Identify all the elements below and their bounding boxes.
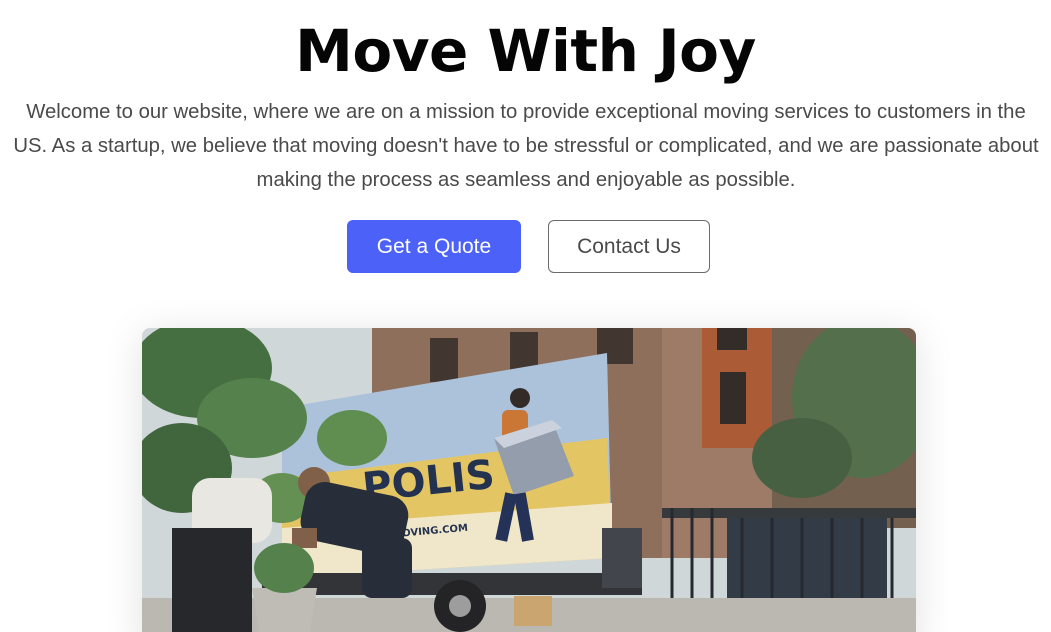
hero-section: Move With Joy Welcome to our website, wh… xyxy=(0,0,1051,632)
hero-description: Welcome to our website, where we are on … xyxy=(13,101,1039,191)
page-title: Move With Joy xyxy=(295,17,756,85)
get-quote-button[interactable]: Get a Quote xyxy=(347,220,521,273)
hero-photo: POLIS MOVING.COM xyxy=(142,328,916,632)
contact-us-button[interactable]: Contact Us xyxy=(548,220,710,273)
